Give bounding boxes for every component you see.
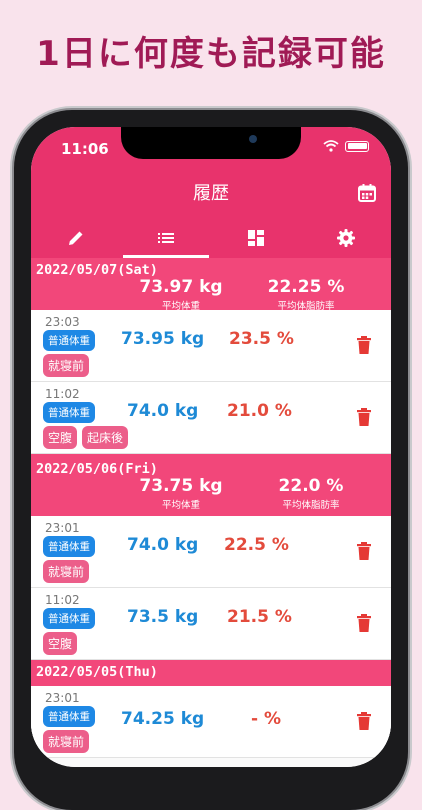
list-item[interactable]: 11:02 普通体重 73.5 kg 21.5 % 空腹 — [31, 588, 391, 660]
history-list[interactable]: 2022/05/07(Sat) 73.97 kg 平均体重 22.25 % 平均… — [31, 258, 391, 767]
entry-time: 11:02 — [45, 387, 80, 401]
list-icon — [158, 232, 174, 243]
list-item[interactable]: 23:01 普通体重 74.25 kg - % 就寝前 — [31, 686, 391, 758]
entry-weight: 74.0 kg — [127, 535, 199, 555]
weight-type-badge: 普通体重 — [43, 536, 95, 557]
entry-tags: 就寝前 — [43, 560, 90, 583]
list-item[interactable]: 11:02 普通体重 74.0 kg 21.0 % 空腹 起床後 — [31, 382, 391, 454]
day-date: 2022/05/07(Sat) — [36, 262, 158, 278]
wifi-icon — [323, 140, 339, 152]
dashboard-icon — [248, 229, 264, 246]
avg-fat-value: 22.0 % — [278, 476, 344, 496]
entry-time: 11:02 — [45, 593, 80, 607]
entry-weight: 73.5 kg — [127, 607, 199, 627]
avg-fat: 22.0 % 平均体脂肪率 — [246, 476, 376, 511]
phone-frame: 11:06 履歴 2022/05/07(Sat) 73.97 kg 平均体重 2… — [14, 110, 408, 810]
calendar-icon[interactable] — [357, 183, 377, 203]
app-screen: 11:06 履歴 2022/05/07(Sat) 73.97 kg 平均体重 2… — [31, 127, 391, 767]
pencil-icon — [69, 231, 83, 245]
entry-fat: 23.5 % — [229, 329, 294, 349]
entry-fat: - % — [251, 709, 282, 729]
entry-weight: 74.25 kg — [121, 709, 205, 729]
entry-time: 23:01 — [45, 521, 80, 535]
status-icons — [323, 140, 369, 152]
entry-fat: 21.5 % — [227, 607, 292, 627]
entry-tags: 空腹 起床後 — [43, 426, 129, 449]
day-header: 2022/05/06(Fri) 73.75 kg 平均体重 22.0 % 平均体… — [31, 454, 391, 516]
tag-badge: 空腹 — [43, 426, 78, 449]
notch — [121, 127, 301, 159]
entry-tags: 就寝前 — [43, 354, 90, 377]
camera-icon — [249, 135, 257, 143]
status-time: 11:06 — [61, 140, 109, 158]
day-date: 2022/05/06(Fri) — [36, 461, 158, 477]
entry-tags: 空腹 — [43, 632, 78, 655]
tab-dashboard[interactable] — [211, 217, 301, 258]
entry-fat: 22.5 % — [224, 535, 289, 555]
tag-badge: 空腹 — [43, 632, 78, 655]
trash-icon[interactable] — [355, 335, 373, 355]
weight-type-badge: 普通体重 — [43, 402, 95, 423]
tab-history[interactable] — [121, 217, 211, 258]
trash-icon[interactable] — [355, 541, 373, 561]
avg-fat: 22.25 % 平均体脂肪率 — [241, 277, 371, 312]
avg-weight-value: 73.97 kg — [139, 277, 223, 297]
avg-weight: 73.97 kg 平均体重 — [111, 277, 251, 312]
avg-fat-label: 平均体脂肪率 — [282, 500, 340, 511]
entry-time: 23:03 — [45, 315, 80, 329]
tag-badge: 就寝前 — [43, 354, 90, 377]
avg-weight-value: 73.75 kg — [139, 476, 223, 496]
trash-icon[interactable] — [355, 613, 373, 633]
weight-type-badge: 普通体重 — [43, 706, 95, 727]
day-date: 2022/05/05(Thu) — [36, 664, 158, 680]
entry-weight: 74.0 kg — [127, 401, 199, 421]
day-header: 2022/05/07(Sat) 73.97 kg 平均体重 22.25 % 平均… — [31, 258, 391, 312]
tab-record[interactable] — [31, 217, 121, 258]
entry-fat: 21.0 % — [227, 401, 292, 421]
promo-headline: 1日に何度も記録可能 — [36, 34, 386, 74]
avg-weight: 73.75 kg 平均体重 — [111, 476, 251, 511]
weight-type-badge: 普通体重 — [43, 330, 95, 351]
tag-badge: 起床後 — [82, 426, 129, 449]
avg-weight-label: 平均体重 — [161, 500, 200, 511]
entry-time: 23:01 — [45, 691, 80, 705]
weight-type-badge: 普通体重 — [43, 608, 95, 629]
trash-icon[interactable] — [355, 407, 373, 427]
avg-fat-value: 22.25 % — [267, 277, 345, 297]
tab-settings[interactable] — [301, 217, 391, 258]
app-bar: 11:06 履歴 — [31, 127, 391, 258]
gear-icon — [337, 228, 355, 247]
list-item[interactable]: 23:03 普通体重 73.95 kg 23.5 % 就寝前 — [31, 310, 391, 382]
tab-bar — [31, 217, 391, 258]
trash-icon[interactable] — [355, 711, 373, 731]
battery-icon — [345, 140, 369, 152]
list-item[interactable]: 23:01 普通体重 74.0 kg 22.5 % 就寝前 — [31, 516, 391, 588]
page-title: 履歴 — [193, 183, 229, 204]
entry-weight: 73.95 kg — [121, 329, 205, 349]
day-header: 2022/05/05(Thu) — [31, 660, 391, 686]
tag-badge: 就寝前 — [43, 560, 90, 583]
